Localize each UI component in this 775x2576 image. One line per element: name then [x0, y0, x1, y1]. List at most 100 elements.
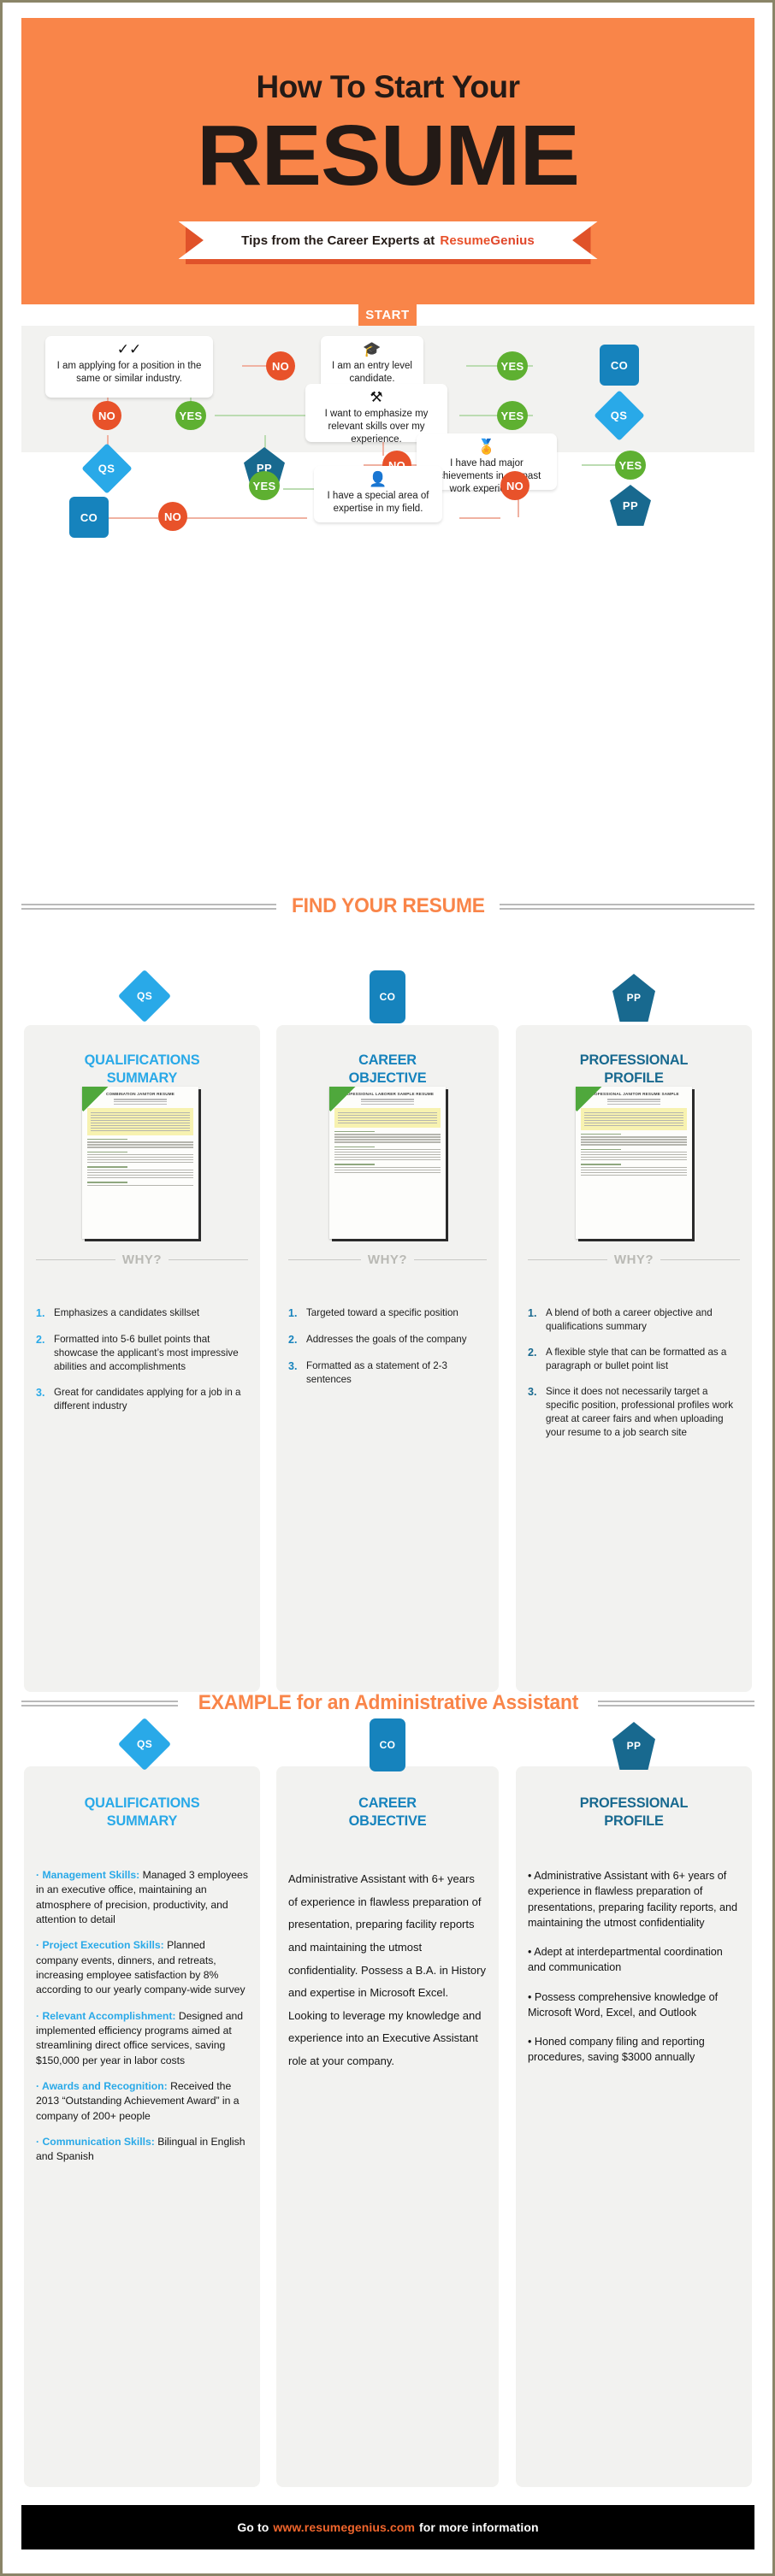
thumb-body-co: [334, 1130, 441, 1174]
thumb-meta-pp: [576, 1099, 692, 1105]
example-bullet: · Communication Skills: Bilingual in Eng…: [36, 2135, 248, 2165]
footer-bar: Go to www.resumegenius.com for more info…: [21, 2505, 754, 2549]
find-title-qs-line2: SUMMARY: [106, 1070, 178, 1087]
list-text: Addresses the goals of the company: [306, 1333, 467, 1345]
find-title-pp-line1: PROFESSIONAL: [579, 1052, 689, 1068]
list-text: Formatted as a statement of 2-3 sentence…: [306, 1359, 447, 1385]
edge-no-q5: [179, 517, 307, 519]
example-title-qs-line2: SUMMARY: [106, 1813, 178, 1830]
answer-no-2: NO: [92, 401, 121, 430]
question-text-5: I have a special area of expertise in my…: [327, 491, 429, 515]
result-qs-2: QS: [81, 443, 133, 494]
question-text-3: I want to emphasize my relevant skills o…: [324, 409, 429, 445]
find-section-title: FIND YOUR RESUME: [291, 894, 485, 917]
why-label-pp: WHY?: [613, 1253, 654, 1267]
find-title-pp-line2: PROFILE: [604, 1070, 664, 1087]
example-body-qs: · Management Skills: Managed 3 employees…: [24, 1868, 260, 2176]
why-divider-co: WHY?: [276, 1253, 499, 1267]
example-bullet: • Adept at interdepartmental coordinatio…: [528, 1946, 723, 1974]
why-rule-right-co: [414, 1259, 488, 1260]
ribbon-text: Tips from the Career Experts at: [241, 233, 435, 248]
question-text-2: I am an entry level candidate.: [332, 361, 412, 385]
find-card-title-qs: QUALIFICATIONS SUMMARY: [29, 1051, 256, 1088]
result-co-1: CO: [600, 345, 639, 386]
graduation-cap-icon: 🎓: [363, 341, 382, 357]
question-box-5: 👤 I have a special area of expertise in …: [314, 466, 442, 522]
example-body-pp: • Administrative Assistant with 6+ years…: [516, 1868, 752, 2079]
thumb-highlight-qs: [87, 1108, 193, 1135]
find-section-heading: FIND YOUR RESUME: [21, 894, 754, 918]
tagline-ribbon: Tips from the Career Experts at Resume Ge…: [178, 221, 598, 264]
list-item: 3. Since it does not necessarily target …: [528, 1385, 738, 1440]
brand-resume: Resume: [440, 233, 491, 248]
ribbon-banner: Tips from the Career Experts at Resume Ge…: [178, 221, 598, 259]
edge-yes-q3: [215, 415, 305, 416]
thumb-highlight-pp: [581, 1108, 687, 1130]
why-divider-pp: WHY?: [516, 1253, 752, 1267]
example-paragraph-co: Administrative Assistant with 6+ years o…: [288, 1872, 486, 2068]
example-bullet: • Honed company filing and reporting pro…: [528, 2036, 705, 2064]
list-item: 1. Emphasizes a candidates skillset: [36, 1306, 246, 1321]
result-co-2: CO: [69, 497, 109, 538]
edge-yes-q5: [283, 488, 314, 490]
thumb-meta-qs: [82, 1099, 198, 1105]
person-icon: 👤: [369, 471, 388, 487]
list-item: 2. A flexible style that can be formatte…: [528, 1346, 738, 1373]
thumb-title-qs: COMBINATION JANITOR RESUME: [105, 1092, 175, 1096]
badge-qs-example: QS: [117, 1717, 172, 1771]
list-number: 1.: [288, 1307, 298, 1319]
badge-pp-example: PP: [612, 1722, 655, 1770]
list-number: 3.: [36, 1386, 45, 1399]
brand-genius: Genius: [490, 233, 535, 248]
list-text: A blend of both a career objective and q…: [546, 1307, 713, 1332]
example-bullet: · Project Execution Skills: Planned comp…: [36, 1938, 248, 1997]
example-bullet: • Possess comprehensive knowledge of Mic…: [528, 1990, 719, 2019]
answer-no-4: NO: [500, 471, 529, 500]
example-bullet: • Administrative Assistant with 6+ years…: [528, 1870, 738, 1929]
result-qs-1: QS: [594, 390, 645, 441]
thumb-meta-co: [329, 1099, 446, 1105]
example-card-title-qs: QUALIFICATIONS SUMMARY: [29, 1794, 256, 1830]
why-label-qs: WHY?: [121, 1253, 163, 1267]
hero-title: RESUME: [196, 108, 580, 203]
edge-q5-no: [459, 517, 500, 519]
badge-qs-find: QS: [117, 969, 172, 1023]
resume-thumbnail-pp: PROFESSIONAL JANITOR RESUME SAMPLE: [576, 1087, 692, 1239]
answer-yes-5: YES: [249, 471, 280, 500]
example-bullet-label: · Project Execution Skills:: [36, 1939, 164, 1952]
list-text: A flexible style that can be formatted a…: [546, 1346, 727, 1371]
badge-pp-find: PP: [612, 974, 655, 1022]
find-title-co-line2: OBJECTIVE: [348, 1070, 427, 1087]
list-item: 1. Targeted toward a specific position: [288, 1306, 485, 1321]
answer-yes-3: YES: [497, 401, 528, 430]
answer-no-1: NO: [266, 351, 295, 380]
list-item: 3. Formatted as a statement of 2-3 sente…: [288, 1359, 485, 1387]
example-bullet-label: · Relevant Accomplishment:: [36, 2009, 176, 2022]
why-label-co: WHY?: [367, 1253, 408, 1267]
checkmarks-icon: ✓✓: [116, 341, 142, 357]
footer-suffix: for more information: [419, 2520, 539, 2534]
example-bullet: · Awards and Recognition: Received the 2…: [36, 2079, 248, 2124]
why-divider-qs: WHY?: [24, 1253, 260, 1267]
footer-prefix: Go to: [237, 2520, 269, 2534]
answer-yes-2: YES: [175, 401, 206, 430]
flowchart-canvas: ✓✓ I am applying for a position in the s…: [21, 326, 754, 538]
thumb-body-qs: [87, 1138, 193, 1186]
list-item: 1. A blend of both a career objective an…: [528, 1306, 738, 1334]
why-list-co: 1. Targeted toward a specific position 2…: [276, 1306, 499, 1399]
find-card-title-co: CAREER OBJECTIVE: [281, 1051, 494, 1088]
resume-thumbnail-co: PROFESSIONAL LABORER SAMPLE RESUME: [329, 1087, 446, 1239]
list-number: 2.: [288, 1333, 298, 1346]
answer-no-5: NO: [158, 502, 187, 531]
hero-subtitle: How To Start Your: [256, 69, 520, 104]
list-number: 1.: [528, 1307, 537, 1319]
footer-url-link[interactable]: www.resumegenius.com: [273, 2520, 415, 2534]
why-rule-left-pp: [528, 1259, 607, 1260]
resume-thumbnail-qs: COMBINATION JANITOR RESUME: [82, 1087, 198, 1239]
example-card-title-pp: PROFESSIONAL PROFILE: [521, 1794, 748, 1830]
list-number: 2.: [36, 1333, 45, 1346]
heading-rule-left: [21, 903, 276, 910]
infographic-page: How To Start Your RESUME Tips from the C…: [3, 3, 772, 2573]
badge-co-find: CO: [370, 970, 405, 1023]
find-card-title-pp: PROFESSIONAL PROFILE: [521, 1051, 748, 1088]
